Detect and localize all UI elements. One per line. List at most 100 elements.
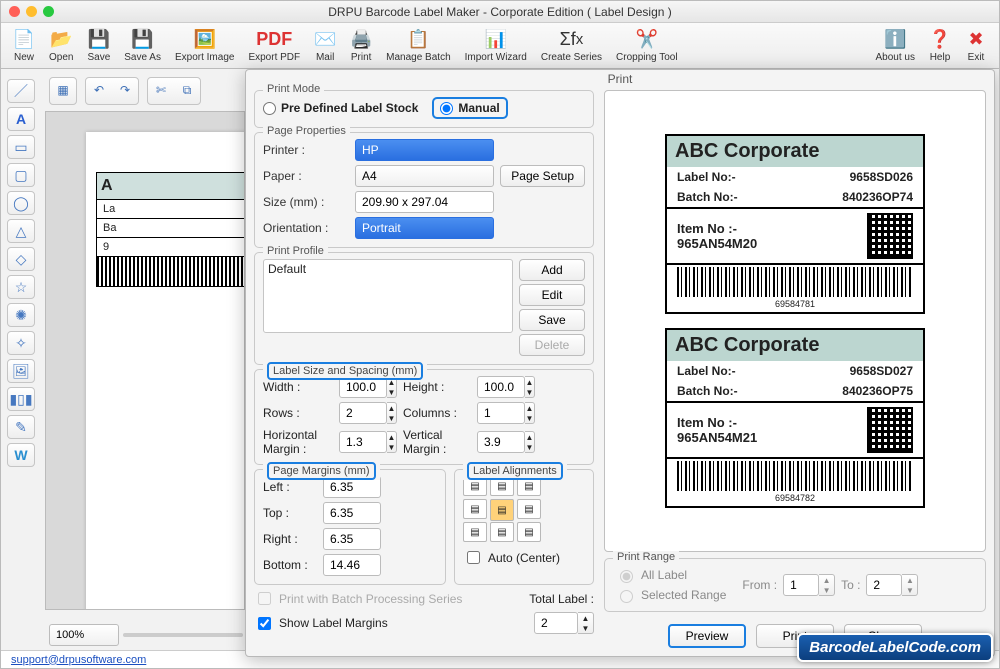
select-tool-icon[interactable]: ▦ (50, 78, 76, 102)
cols-stepper[interactable]: ▲▼ (525, 402, 535, 424)
profile-delete-button[interactable]: Delete (519, 334, 585, 356)
design-canvas[interactable]: A La Ba 9 (45, 111, 245, 610)
about-button[interactable]: ℹ️About us (870, 27, 921, 65)
export-image-button[interactable]: 🖼️Export Image (169, 27, 240, 65)
qr-icon (867, 407, 913, 453)
page-setup-button[interactable]: Page Setup (500, 165, 585, 187)
print-preview-pane: ABC Corporate Label No:-9658SD026 Batch … (604, 90, 986, 552)
line-tool[interactable]: ／ (7, 79, 35, 103)
hmargin-input[interactable] (339, 431, 387, 453)
copy-button[interactable]: ⧉ (174, 78, 200, 102)
watermark-tool[interactable]: W (7, 443, 35, 467)
image-tool[interactable]: 🖼 (7, 359, 35, 383)
undo-button[interactable]: ↶ (86, 78, 112, 102)
wizard-icon: 📊 (485, 29, 507, 51)
canvas-page: A La Ba 9 (86, 132, 245, 610)
manual-radio[interactable]: Manual (432, 97, 507, 119)
exit-button[interactable]: ✖Exit (959, 27, 993, 65)
print-range-group: Print Range All Label Selected Range Fro… (604, 558, 986, 612)
predefined-radio[interactable]: Pre Defined Label Stock (263, 101, 418, 115)
qr-icon (867, 213, 913, 259)
orientation-select[interactable]: Portrait (355, 217, 494, 239)
height-input[interactable] (477, 376, 525, 398)
total-label-input[interactable] (534, 612, 578, 634)
dialog-title: Print (246, 70, 994, 90)
arrow-tool[interactable]: ✧ (7, 331, 35, 355)
range-from-input[interactable] (783, 574, 819, 596)
redo-button[interactable]: ↷ (112, 78, 138, 102)
rect-tool[interactable]: ▭ (7, 135, 35, 159)
open-button[interactable]: 📂Open (43, 27, 79, 65)
batch-processing-checkbox[interactable]: Print with Batch Processing Series (254, 589, 462, 608)
mail-icon: ✉️ (314, 29, 336, 51)
export-pdf-button[interactable]: PDFExport PDF (242, 27, 306, 65)
crop-icon: ✂️ (636, 29, 658, 51)
roundrect-tool[interactable]: ▢ (7, 163, 35, 187)
barcode-icon (677, 267, 913, 297)
diamond-tool[interactable]: ◇ (7, 247, 35, 271)
total-stepper[interactable]: ▲▼ (578, 612, 594, 634)
rows-input[interactable] (339, 402, 387, 424)
signature-tool[interactable]: ✎ (7, 415, 35, 439)
image-icon: 🖼️ (194, 29, 216, 51)
barcode-tool[interactable]: ▮▯▮ (7, 387, 35, 411)
size-field (355, 191, 494, 213)
triangle-tool[interactable]: △ (7, 219, 35, 243)
margin-bottom-input[interactable] (323, 554, 381, 576)
profile-list[interactable]: Default (263, 259, 513, 333)
vmargin-stepper[interactable]: ▲▼ (525, 431, 535, 453)
app-title: DRPU Barcode Label Maker - Corporate Edi… (1, 5, 999, 19)
zoom-slider[interactable] (123, 633, 243, 637)
batch-icon: 📋 (407, 29, 429, 51)
print-button[interactable]: 🖨️Print (344, 27, 378, 65)
printer-select[interactable]: HP (355, 139, 494, 161)
barcode-icon (97, 256, 245, 286)
profile-save-button[interactable]: Save (519, 309, 585, 331)
new-button[interactable]: 📄New (7, 27, 41, 65)
cols-input[interactable] (477, 402, 525, 424)
info-icon: ℹ️ (884, 29, 906, 51)
support-link[interactable]: support@drpusoftware.com (11, 654, 146, 666)
height-stepper[interactable]: ▲▼ (525, 376, 535, 398)
margin-right-input[interactable] (323, 528, 381, 550)
zoom-select[interactable]: 100% (49, 624, 119, 646)
manage-batch-button[interactable]: 📋Manage Batch (380, 27, 457, 65)
rows-stepper[interactable]: ▲▼ (387, 402, 397, 424)
print-dialog: Print Print Mode Pre Defined Label Stock… (245, 69, 995, 657)
profile-add-button[interactable]: Add (519, 259, 585, 281)
cut-button[interactable]: ✄ (148, 78, 174, 102)
mail-button[interactable]: ✉️Mail (308, 27, 342, 65)
auto-center-checkbox[interactable]: Auto (Center) (463, 548, 585, 567)
burst-tool[interactable]: ✺ (7, 303, 35, 327)
preview-button[interactable]: Preview (668, 624, 746, 648)
preview-label-1: ABC Corporate Label No:-9658SD026 Batch … (665, 134, 925, 314)
hmargin-stepper[interactable]: ▲▼ (387, 431, 397, 453)
alignment-grid[interactable]: ▤▤▤ ▤▤▤ ▤▤▤ (463, 476, 585, 542)
all-label-radio[interactable]: All Label (615, 567, 726, 583)
star-tool[interactable]: ☆ (7, 275, 35, 299)
profile-edit-button[interactable]: Edit (519, 284, 585, 306)
import-wizard-button[interactable]: 📊Import Wizard (459, 27, 533, 65)
text-tool[interactable]: A (7, 107, 35, 131)
create-series-button[interactable]: ΣfxCreate Series (535, 27, 608, 65)
series-icon: Σfx (560, 29, 582, 51)
margin-top-input[interactable] (323, 502, 381, 524)
file-icon: 📄 (13, 29, 35, 51)
preview-label-2: ABC Corporate Label No:-9658SD027 Batch … (665, 328, 925, 508)
cropping-tool-button[interactable]: ✂️Cropping Tool (610, 27, 684, 65)
shape-toolbar: ／ A ▭ ▢ ◯ △ ◇ ☆ ✺ ✧ 🖼 ▮▯▮ ✎ W (7, 79, 39, 467)
main-toolbar: 📄New 📂Open 💾Save 💾Save As 🖼️Export Image… (1, 23, 999, 69)
ellipse-tool[interactable]: ◯ (7, 191, 35, 215)
vmargin-input[interactable] (477, 431, 525, 453)
paper-select[interactable]: A4 (355, 165, 494, 187)
titlebar: DRPU Barcode Label Maker - Corporate Edi… (1, 1, 999, 23)
page-margins-group: Page Margins (mm) Left : Top : Right : B… (254, 469, 446, 585)
range-to-input[interactable] (866, 574, 902, 596)
selected-range-radio[interactable]: Selected Range (615, 587, 726, 603)
print-mode-group: Print Mode Pre Defined Label Stock Manua… (254, 90, 594, 128)
save-button[interactable]: 💾Save (81, 27, 116, 65)
show-margins-checkbox[interactable]: Show Label Margins (254, 614, 388, 633)
help-button[interactable]: ❓Help (923, 27, 957, 65)
print-profile-group: Print Profile Default Add Edit Save Dele… (254, 252, 594, 365)
saveas-button[interactable]: 💾Save As (118, 27, 167, 65)
